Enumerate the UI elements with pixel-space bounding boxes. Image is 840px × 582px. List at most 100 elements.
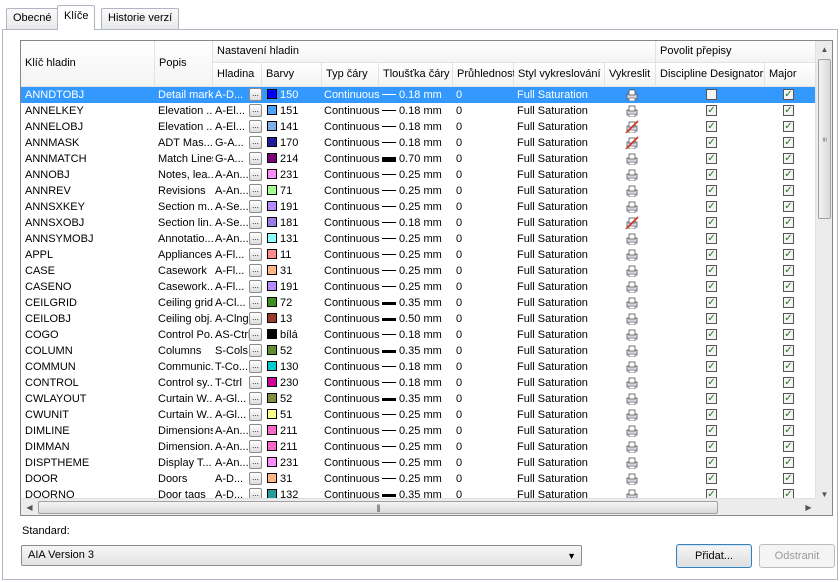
table-row[interactable]: ANNELKEY Elevation ... A-El...... 151 Contin… [21, 103, 817, 119]
cell-barvy[interactable]: 31 [267, 263, 322, 279]
cell-hladina[interactable]: A-Se... [215, 215, 250, 231]
header-pruhlednost[interactable]: Průhlednost [453, 63, 516, 87]
cell-typ-cary[interactable]: Continuous [324, 135, 380, 151]
major-checkbox[interactable]: ✓ [783, 361, 794, 372]
cell-tloustka-cary[interactable]: 0.70 mm [382, 151, 454, 167]
cell-barvy[interactable]: 150 [267, 87, 322, 103]
cell-klic-hladin[interactable]: ANNSYMOBJ [25, 231, 153, 247]
tab-obecne[interactable]: Obecné [6, 8, 59, 29]
cell-styl-vykreslovani[interactable]: Full Saturation [517, 295, 605, 311]
cell-hladina[interactable]: A-El... [215, 103, 250, 119]
cell-pruhlednost[interactable]: 0 [456, 455, 511, 471]
browse-layer-button[interactable]: ... [249, 376, 262, 389]
cell-typ-cary[interactable]: Continuous [324, 343, 380, 359]
printer-icon[interactable] [625, 264, 639, 278]
cell-popis[interactable]: Curtain W... [158, 407, 213, 423]
cell-tloustka-cary[interactable]: 0.25 mm [382, 455, 454, 471]
discipline-checkbox[interactable]: ✓ [706, 441, 717, 452]
cell-pruhlednost[interactable]: 0 [456, 471, 511, 487]
cell-popis[interactable]: Curtain W... [158, 391, 213, 407]
cell-klic-hladin[interactable]: CWUNIT [25, 407, 153, 423]
cell-styl-vykreslovani[interactable]: Full Saturation [517, 119, 605, 135]
cell-popis[interactable]: Elevation ... [158, 119, 213, 135]
table-row[interactable]: CASE Casework A-Fl...... 31 Continuous 0.25 m… [21, 263, 817, 279]
cell-klic-hladin[interactable]: CEILOBJ [25, 311, 153, 327]
cell-typ-cary[interactable]: Continuous [324, 359, 380, 375]
discipline-checkbox[interactable]: ✓ [706, 105, 717, 116]
table-row[interactable]: CEILOBJ Ceiling obj... A-Clng... 13 Continuo… [21, 311, 817, 327]
discipline-checkbox[interactable]: ✓ [706, 377, 717, 388]
cell-typ-cary[interactable]: Continuous [324, 167, 380, 183]
cell-barvy[interactable]: 181 [267, 215, 322, 231]
cell-styl-vykreslovani[interactable]: Full Saturation [517, 135, 605, 151]
cell-hladina[interactable]: A-An... [215, 455, 250, 471]
printer-icon[interactable] [625, 328, 639, 342]
major-checkbox[interactable]: ✓ [783, 409, 794, 420]
browse-layer-button[interactable]: ... [249, 168, 262, 181]
browse-layer-button[interactable]: ... [249, 456, 262, 469]
printer-icon[interactable] [625, 200, 639, 214]
cell-typ-cary[interactable]: Continuous [324, 455, 380, 471]
printer-icon[interactable] [625, 408, 639, 422]
cell-barvy[interactable]: 131 [267, 231, 322, 247]
cell-typ-cary[interactable]: Continuous [324, 199, 380, 215]
discipline-checkbox[interactable]: ✓ [706, 121, 717, 132]
scroll-right-icon[interactable]: ▶ [801, 500, 816, 515]
header-styl-vykreslovani[interactable]: Styl vykreslování [514, 63, 605, 87]
cell-klic-hladin[interactable]: CEILGRID [25, 295, 153, 311]
cell-hladina[interactable]: A-An... [215, 439, 250, 455]
table-row[interactable]: APPL Appliances A-Fl...... 11 Continuous 0.25… [21, 247, 817, 263]
browse-layer-button[interactable]: ... [249, 88, 262, 101]
table-row[interactable]: CWUNIT Curtain W... A-Gl...... 51 Continuous… [21, 407, 817, 423]
cell-popis[interactable]: Detail marks [158, 87, 213, 103]
browse-layer-button[interactable]: ... [249, 216, 262, 229]
cell-hladina[interactable]: A-Gl... [215, 391, 250, 407]
major-checkbox[interactable]: ✓ [783, 425, 794, 436]
cell-tloustka-cary[interactable]: 0.25 mm [382, 167, 454, 183]
cell-popis[interactable]: Match Lines [158, 151, 213, 167]
major-checkbox[interactable]: ✓ [783, 313, 794, 324]
cell-barvy[interactable]: 191 [267, 279, 322, 295]
cell-popis[interactable]: Display T... [158, 455, 213, 471]
browse-layer-button[interactable]: ... [249, 136, 262, 149]
browse-layer-button[interactable]: ... [249, 424, 262, 437]
cell-styl-vykreslovani[interactable]: Full Saturation [517, 391, 605, 407]
cell-tloustka-cary[interactable]: 0.35 mm [382, 343, 454, 359]
major-checkbox[interactable]: ✓ [783, 233, 794, 244]
printer-icon[interactable] [625, 376, 639, 390]
printer-no-plot-icon[interactable] [625, 136, 639, 150]
cell-pruhlednost[interactable]: 0 [456, 343, 511, 359]
browse-layer-button[interactable]: ... [249, 296, 262, 309]
cell-pruhlednost[interactable]: 0 [456, 119, 511, 135]
browse-layer-button[interactable]: ... [249, 360, 262, 373]
cell-pruhlednost[interactable]: 0 [456, 407, 511, 423]
table-row[interactable]: ANNSYMOBJ Annotatio... A-An...... 131 Contin… [21, 231, 817, 247]
table-row[interactable]: DOOR Doors A-D...... 31 Continuous 0.25 mm 0 Fu… [21, 471, 817, 487]
table-row[interactable]: DISPTHEME Display T... A-An...... 231 Contin… [21, 455, 817, 471]
cell-tloustka-cary[interactable]: 0.25 mm [382, 423, 454, 439]
printer-no-plot-icon[interactable] [625, 120, 639, 134]
cell-pruhlednost[interactable]: 0 [456, 167, 511, 183]
browse-layer-button[interactable]: ... [249, 104, 262, 117]
cell-klic-hladin[interactable]: DOOR [25, 471, 153, 487]
cell-hladina[interactable]: G-A... [215, 135, 250, 151]
cell-tloustka-cary[interactable]: 0.35 mm [382, 391, 454, 407]
cell-popis[interactable]: Ceiling obj... [158, 311, 213, 327]
table-row[interactable]: CWLAYOUT Curtain W... A-Gl...... 52 Continuo… [21, 391, 817, 407]
cell-hladina[interactable]: A-D... [215, 87, 250, 103]
cell-styl-vykreslovani[interactable]: Full Saturation [517, 423, 605, 439]
cell-barvy[interactable]: 141 [267, 119, 322, 135]
discipline-checkbox[interactable]: ✓ [706, 137, 717, 148]
cell-typ-cary[interactable]: Continuous [324, 183, 380, 199]
printer-icon[interactable] [625, 248, 639, 262]
cell-styl-vykreslovani[interactable]: Full Saturation [517, 231, 605, 247]
header-popis[interactable]: Popis [155, 41, 213, 87]
printer-icon[interactable] [625, 472, 639, 486]
cell-popis[interactable]: Dimensions [158, 423, 213, 439]
table-row[interactable]: ANNDTOBJ Detail marksA-D...... 150 Continuo… [21, 87, 817, 103]
cell-hladina[interactable]: A-D... [215, 471, 250, 487]
discipline-checkbox[interactable]: ✓ [706, 393, 717, 404]
printer-no-plot-icon[interactable] [625, 216, 639, 230]
cell-barvy[interactable]: 11 [267, 247, 322, 263]
cell-styl-vykreslovani[interactable]: Full Saturation [517, 439, 605, 455]
